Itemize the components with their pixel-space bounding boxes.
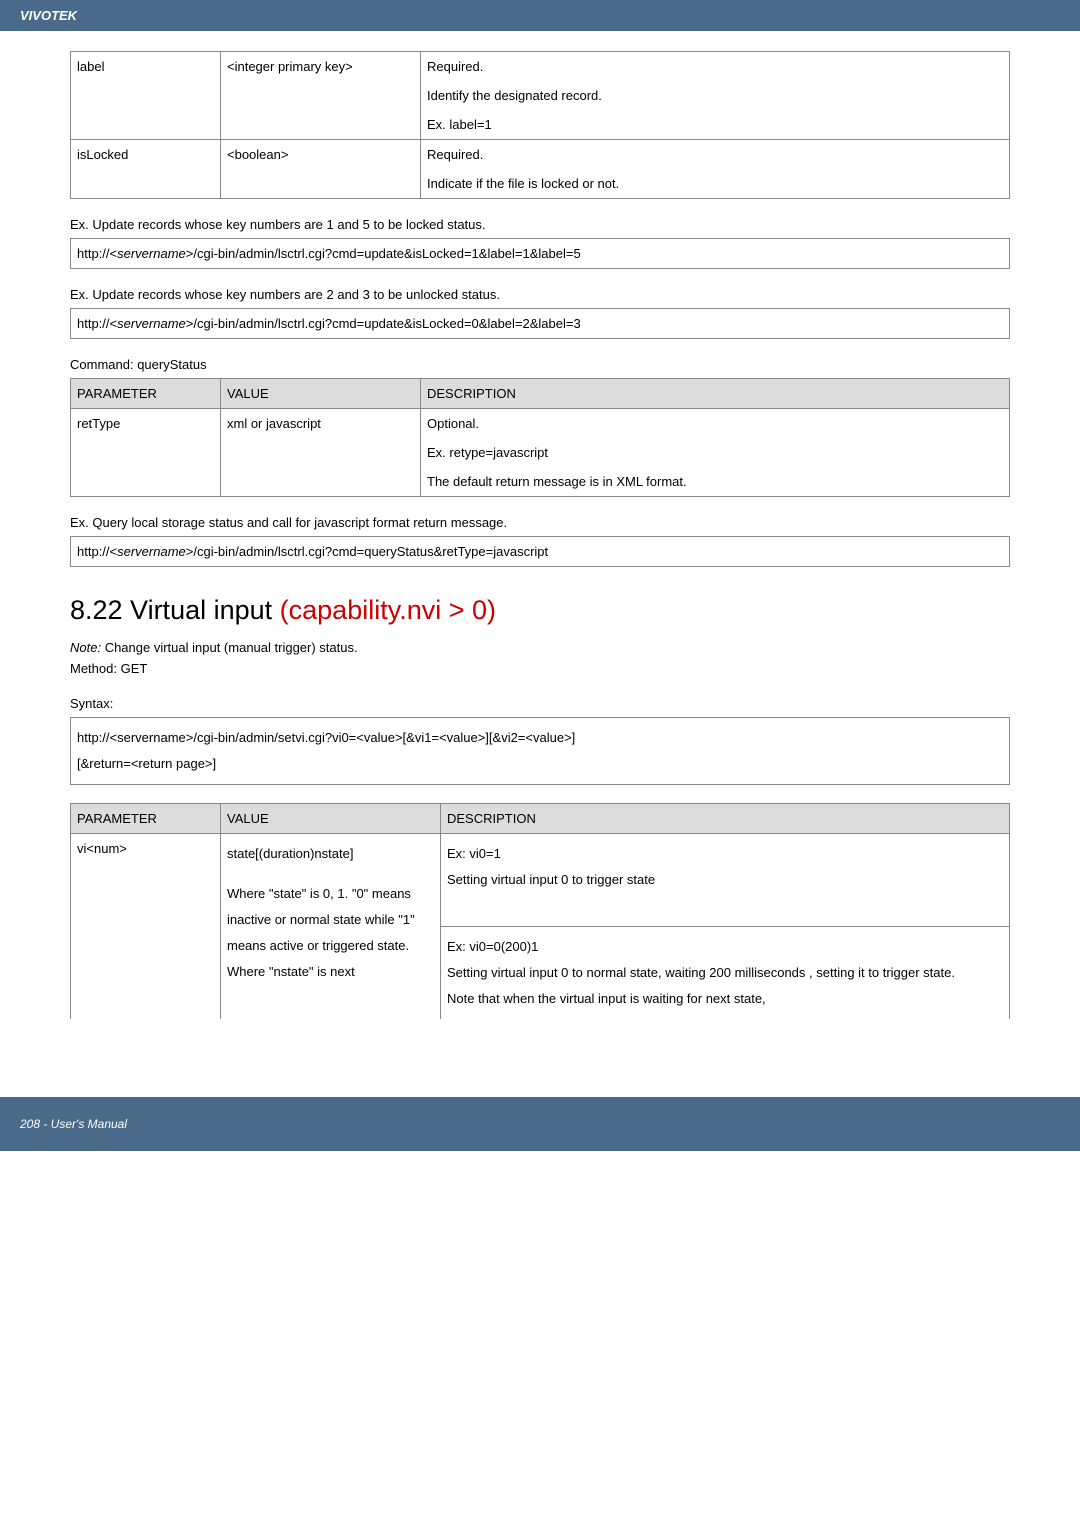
command-label: Command: queryStatus — [70, 357, 1010, 372]
example-label: Ex. Update records whose key numbers are… — [70, 217, 1010, 232]
param-cell: vi<num> — [71, 834, 221, 1020]
page-header: VIVOTEK — [0, 0, 1080, 31]
value-cell: <boolean> — [221, 140, 421, 199]
url-suffix: >/cgi-bin/admin/lsctrl.cgi?cmd=update&is… — [186, 246, 581, 261]
url-suffix: >/cgi-bin/admin/lsctrl.cgi?cmd=update&is… — [186, 316, 581, 331]
syntax-line: [&return=<return page>] — [77, 751, 1003, 777]
note-line: Note: Change virtual input (manual trigg… — [70, 640, 1010, 655]
desc-line: Ex: vi0=1 — [447, 841, 1003, 867]
example-url: http://<servername>/cgi-bin/admin/lsctrl… — [70, 536, 1010, 567]
desc-cell: Indicate if the file is locked or not. — [421, 169, 1010, 199]
example-label: Ex. Update records whose key numbers are… — [70, 287, 1010, 302]
param-cell: label — [71, 52, 221, 140]
param-table-2: PARAMETER VALUE DESCRIPTION retType xml … — [70, 378, 1010, 497]
desc-line: Ex: vi0=0(200)1 — [447, 934, 1003, 960]
section-number-title: 8.22 Virtual input — [70, 595, 280, 625]
desc-cell: The default return message is in XML for… — [421, 467, 1010, 497]
header-cell: PARAMETER — [71, 804, 221, 834]
param-table-1: label <integer primary key> Required. Id… — [70, 51, 1010, 199]
note-prefix: Note: — [70, 640, 101, 655]
table-row: isLocked <boolean> Required. — [71, 140, 1010, 170]
page-footer: 208 - User's Manual — [0, 1097, 1080, 1151]
desc-cell: Optional. — [421, 409, 1010, 439]
table-header: PARAMETER VALUE DESCRIPTION — [71, 804, 1010, 834]
url-prefix: http://< — [77, 544, 117, 559]
desc-cell: Identify the designated record. — [421, 81, 1010, 110]
value-cell: xml or javascript — [221, 409, 421, 497]
table-row: vi<num> state[(duration)nstate] Where "s… — [71, 834, 1010, 927]
header-cell: VALUE — [221, 804, 441, 834]
header-cell: DESCRIPTION — [441, 804, 1010, 834]
page-content: label <integer primary key> Required. Id… — [0, 31, 1080, 1057]
table-header: PARAMETER VALUE DESCRIPTION — [71, 379, 1010, 409]
servername: servername — [117, 316, 186, 331]
servername: servername — [117, 246, 186, 261]
desc-line: Note that when the virtual input is wait… — [447, 986, 1003, 1012]
syntax-box: http://<servername>/cgi-bin/admin/setvi.… — [70, 717, 1010, 785]
value-cell: <integer primary key> — [221, 52, 421, 140]
header-cell: VALUE — [221, 379, 421, 409]
servername: servername — [117, 544, 186, 559]
table-row: retType xml or javascript Optional. — [71, 409, 1010, 439]
param-cell: isLocked — [71, 140, 221, 199]
note-body: Change virtual input (manual trigger) st… — [101, 640, 358, 655]
desc-cell: Ex: vi0=0(200)1 Setting virtual input 0 … — [441, 927, 1010, 1020]
value-line: Where "state" is 0, 1. "0" means inactiv… — [227, 881, 434, 985]
param-cell: retType — [71, 409, 221, 497]
url-suffix: >/cgi-bin/admin/lsctrl.cgi?cmd=queryStat… — [186, 544, 548, 559]
header-cell: PARAMETER — [71, 379, 221, 409]
value-line: state[(duration)nstate] — [227, 841, 434, 867]
example-url: http://<servername>/cgi-bin/admin/lsctrl… — [70, 308, 1010, 339]
example-label: Ex. Query local storage status and call … — [70, 515, 1010, 530]
url-prefix: http://< — [77, 246, 117, 261]
desc-cell: Required. — [421, 52, 1010, 82]
syntax-line: http://<servername>/cgi-bin/admin/setvi.… — [77, 725, 1003, 751]
method-line: Method: GET — [70, 661, 1010, 676]
desc-cell: Required. — [421, 140, 1010, 170]
desc-cell: Ex. label=1 — [421, 110, 1010, 140]
desc-cell: Ex. retype=javascript — [421, 438, 1010, 467]
value-cell: state[(duration)nstate] Where "state" is… — [221, 834, 441, 1020]
param-table-3: PARAMETER VALUE DESCRIPTION vi<num> stat… — [70, 803, 1010, 1019]
section-heading: 8.22 Virtual input (capability.nvi > 0) — [70, 595, 1010, 626]
section-capability: (capability.nvi > 0) — [280, 595, 496, 625]
table-row: label <integer primary key> Required. — [71, 52, 1010, 82]
example-url: http://<servername>/cgi-bin/admin/lsctrl… — [70, 238, 1010, 269]
url-prefix: http://< — [77, 316, 117, 331]
desc-line: Setting virtual input 0 to trigger state — [447, 867, 1003, 893]
syntax-label: Syntax: — [70, 696, 1010, 711]
header-cell: DESCRIPTION — [421, 379, 1010, 409]
desc-cell: Ex: vi0=1 Setting virtual input 0 to tri… — [441, 834, 1010, 927]
desc-line: Setting virtual input 0 to normal state,… — [447, 960, 1003, 986]
